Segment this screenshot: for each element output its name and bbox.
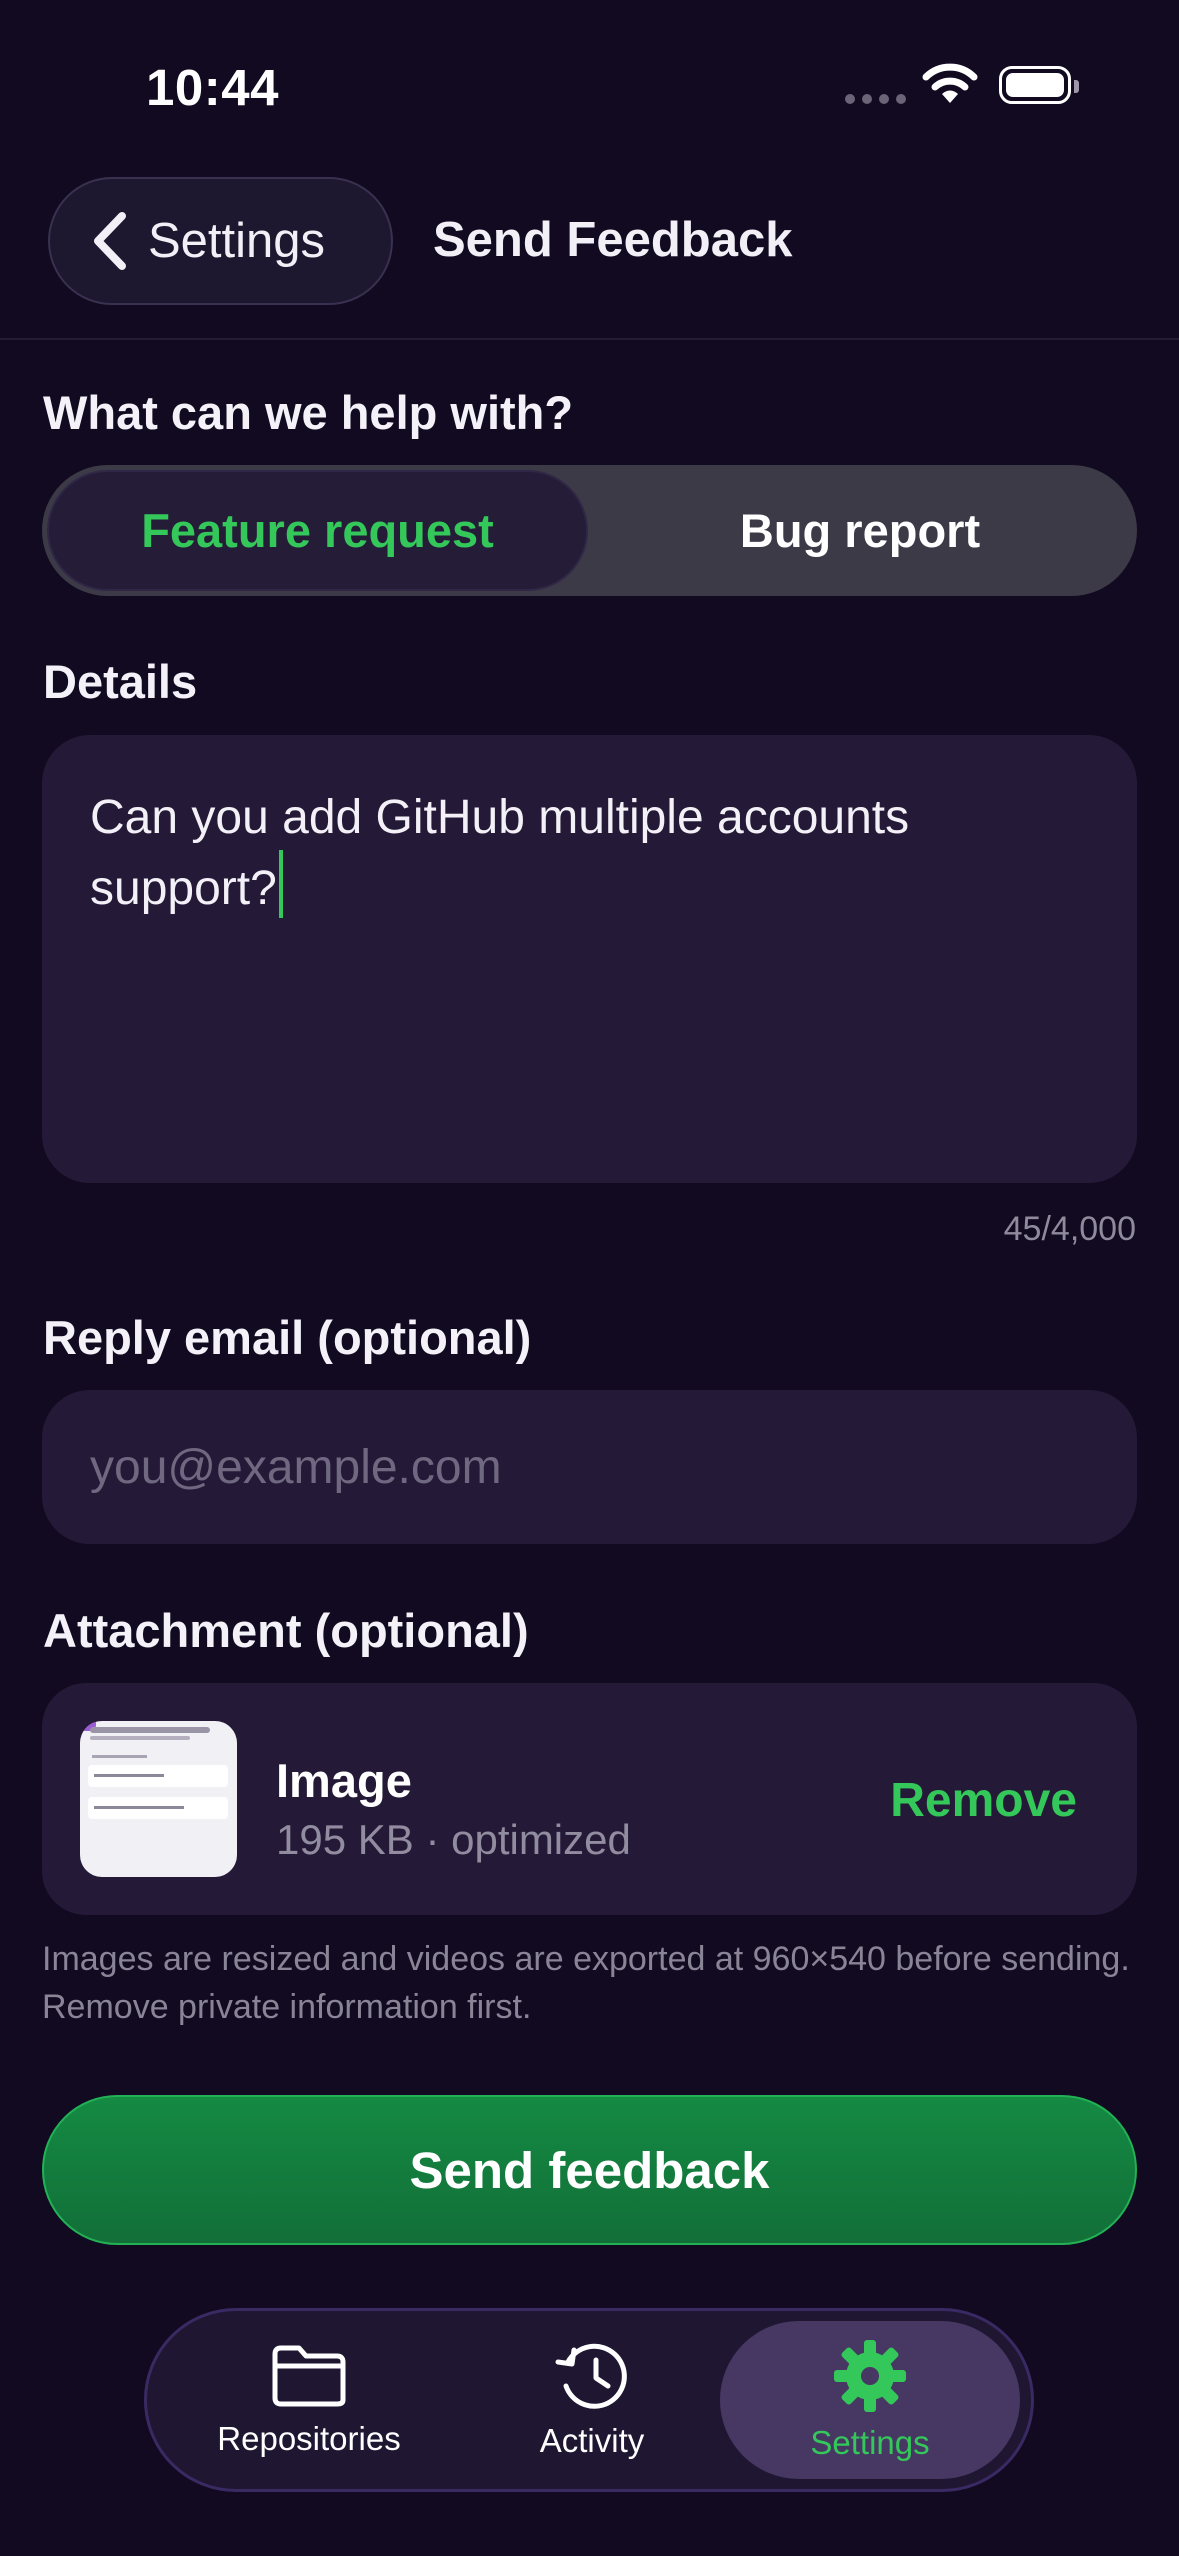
tab-settings[interactable]: Settings (720, 2321, 1020, 2479)
attachment-size: 195 KB · optimized (276, 1816, 631, 1863)
segment-bug-report[interactable]: Bug report (588, 470, 1132, 591)
remove-attachment-button[interactable]: Remove (890, 1773, 1077, 1828)
tab-label-repositories: Repositories (217, 2420, 401, 2457)
attachment-label: Attachment (optional) (43, 1604, 529, 1657)
status-time: 10:44 (146, 59, 279, 116)
attachment-card: Image 195 KB · optimized Remove (42, 1683, 1137, 1915)
tab-activity[interactable]: Activity (442, 2321, 742, 2479)
details-label: Details (43, 655, 198, 708)
page-title: Send Feedback (433, 213, 793, 267)
send-feedback-button[interactable]: Send feedback (42, 2095, 1137, 2245)
tab-label-settings: Settings (810, 2424, 930, 2461)
back-button-label: Settings (148, 214, 326, 268)
reply-email-input[interactable] (90, 1390, 1070, 1544)
segment-feature-request[interactable]: Feature request (47, 470, 588, 591)
attachment-hint: Images are resized and videos are export… (42, 1940, 1130, 2026)
back-button[interactable]: Settings (48, 177, 393, 305)
reply-email-label: Reply email (optional) (43, 1311, 532, 1364)
details-text: Can you add GitHub multiple accounts sup… (90, 791, 910, 915)
tab-label-activity: Activity (539, 2422, 645, 2459)
attachment-thumbnail[interactable] (80, 1721, 237, 1877)
header-divider (0, 338, 1179, 340)
cellular-signal-icon (845, 94, 906, 104)
gear-icon (834, 2340, 906, 2412)
details-textarea[interactable]: Can you add GitHub multiple accounts sup… (42, 735, 1137, 1183)
folder-icon (272, 2345, 346, 2407)
help-type-label: What can we help with? (43, 386, 574, 439)
reply-email-field-container (42, 1390, 1137, 1544)
chevron-left-icon (94, 212, 126, 270)
wifi-icon (922, 63, 978, 103)
tab-repositories[interactable]: Repositories (159, 2321, 459, 2479)
character-counter: 45/4,000 (1003, 1210, 1136, 1248)
feedback-type-segmented-control: Feature request Bug report (42, 465, 1137, 596)
battery-icon (999, 66, 1079, 104)
tab-bar: Repositories Activity Settings (144, 2308, 1034, 2492)
attachment-title: Image (276, 1754, 412, 1807)
history-icon (555, 2343, 627, 2409)
text-cursor (278, 850, 283, 918)
